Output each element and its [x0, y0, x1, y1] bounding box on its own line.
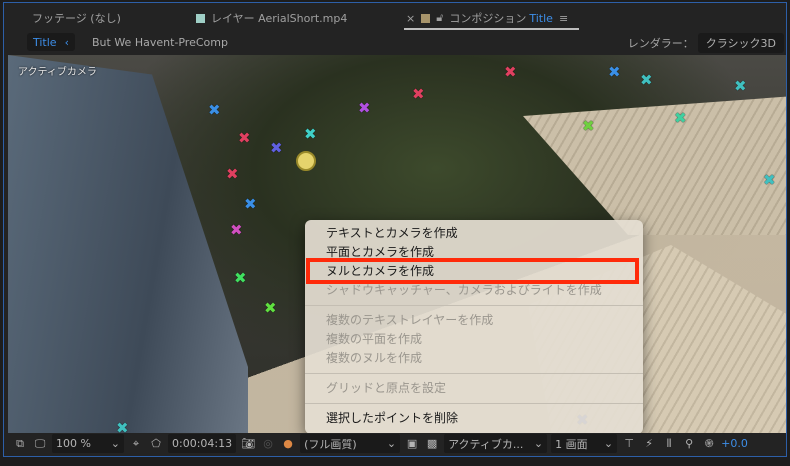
chevron-down-icon: ⌄ — [386, 437, 397, 450]
camera-view-value: アクティブカ... — [448, 437, 524, 451]
comp-name: Title — [529, 11, 553, 25]
renderer-label: レンダラー： — [627, 37, 694, 50]
pixel-aspect-icon[interactable]: ⊤ — [621, 437, 637, 450]
composition-panel: フッテージ (なし) レイヤー AerialShort.mp4 × 🔓︎ コンポ… — [3, 2, 787, 457]
label-color-swatch — [196, 13, 205, 23]
track-point-marker[interactable]: ✖ — [582, 119, 595, 134]
breadcrumb-current[interactable]: Title ‹ — [27, 33, 75, 51]
zoom-value: 100 % — [56, 437, 91, 450]
active-camera-label: アクティブカメラ — [18, 67, 97, 78]
track-point-marker[interactable]: ✖ — [734, 79, 747, 94]
camera-snapshot-icon[interactable]: 📷︎ — [240, 437, 256, 450]
chevron-down-icon: ⌄ — [110, 437, 120, 450]
breadcrumb-precomp[interactable]: But We Havent-PreComp — [92, 36, 228, 49]
region-of-interest-icon[interactable]: ⌖ — [128, 437, 144, 451]
track-point-marker[interactable]: ✖ — [608, 65, 621, 80]
zoom-dropdown[interactable]: 100 % ⌄ — [52, 434, 124, 453]
track-point-marker[interactable]: ✖ — [504, 65, 517, 80]
view-layout-dropdown[interactable]: 1 画面 ⌄ — [551, 434, 618, 453]
tab-label: フッテージ (なし) — [32, 12, 121, 25]
context-menu: テキストとカメラを作成 平面とカメラを作成 ヌルとカメラを作成 シャドウキャッチ… — [305, 220, 643, 433]
label-color-swatch — [421, 13, 431, 23]
menu-separator — [305, 403, 643, 404]
timecode-value: 0:00:04:13 — [172, 437, 233, 450]
always-preview-icon[interactable]: ⧉ — [12, 437, 28, 451]
footage-roof-right — [523, 95, 786, 235]
breadcrumb-label: Title — [33, 35, 57, 49]
track-point-marker[interactable]: ✖ — [763, 173, 776, 188]
menu-item-create-multiple-text: 複数のテキストレイヤーを作成 — [326, 313, 494, 327]
fast-previews-icon[interactable]: ⚡︎ — [641, 437, 657, 450]
chevron-left-icon: ‹ — [64, 35, 69, 49]
tab-label: コンポジション — [449, 12, 527, 25]
track-point-marker[interactable]: ✖ — [244, 197, 257, 212]
viewer-toolbar: ⧉ 🖵︎ 100 % ⌄ ⌖ ⬠ 0:00:04:13 📷︎ ◎ ● (フル画質)… — [4, 431, 786, 456]
channel-icon[interactable]: ● — [280, 437, 296, 450]
composition-viewer[interactable]: アクティブカメラ ✖✖✖✖✖✖✖✖✖✖✖✖✖✖✖✖✖✖✖✖ テキストとカメラを作… — [8, 55, 786, 433]
menu-item-delete-selected-points[interactable]: 選択したポイントを削除 — [305, 409, 643, 428]
checkerboard-icon[interactable]: ▩ — [424, 437, 440, 450]
exposure-reset-icon[interactable]: ֍ — [701, 436, 717, 451]
resolution-value: (フル画質) — [304, 437, 357, 451]
track-point-marker[interactable]: ✖ — [264, 301, 277, 316]
view-layout-value: 1 画面 — [555, 437, 588, 451]
menu-separator — [305, 305, 643, 306]
renderer-value[interactable]: クラシック3D — [697, 33, 784, 53]
track-point-marker[interactable]: ✖ — [412, 87, 425, 102]
tab-footage[interactable]: フッテージ (なし) — [32, 10, 121, 26]
track-point-marker[interactable]: ✖ — [230, 223, 243, 238]
timecode-field[interactable]: 0:00:04:13 — [168, 434, 237, 453]
tab-label: レイヤー AerialShort.mp4 — [211, 12, 348, 25]
camera-view-dropdown[interactable]: アクティブカ... ⌄ — [444, 434, 548, 453]
transparency-grid-icon[interactable]: ⬠ — [148, 437, 164, 450]
track-point-marker[interactable]: ✖ — [226, 167, 239, 182]
monitor-icon[interactable]: 🖵︎ — [32, 437, 48, 451]
track-point-marker[interactable]: ✖ — [234, 271, 247, 286]
chevron-down-icon: ⌄ — [533, 437, 544, 450]
exposure-value[interactable]: +0.0 — [721, 437, 748, 450]
track-point-marker[interactable]: ✖ — [304, 127, 317, 142]
menu-item-create-multiple-nulls: 複数のヌルを作成 — [326, 351, 423, 365]
menu-item-create-text-camera[interactable]: テキストとカメラを作成 — [305, 224, 643, 243]
panel-menu-icon[interactable]: ≡ — [559, 12, 568, 25]
chevron-down-icon: ⌄ — [603, 437, 614, 450]
track-point-marker[interactable]: ✖ — [674, 111, 687, 126]
resolution-dropdown[interactable]: (フル画質) ⌄ — [300, 434, 401, 453]
highlight-box — [306, 258, 639, 284]
menu-item-set-ground-origin: グリッドと原点を設定 — [326, 381, 447, 395]
menu-item-create-multiple-solids: 複数の平面を作成 — [326, 332, 423, 346]
timeline-icon[interactable]: ⫴ — [661, 437, 677, 451]
selected-track-point[interactable] — [296, 151, 316, 171]
active-tab-indicator — [404, 28, 579, 30]
show-snapshot-icon[interactable]: ◎ — [260, 437, 276, 450]
track-point-marker[interactable]: ✖ — [208, 103, 221, 118]
renderer-selector[interactable]: レンダラー： クラシック3D — [628, 33, 784, 53]
close-icon[interactable]: × — [406, 12, 415, 25]
tab-composition[interactable]: × 🔓︎ コンポジション Title ≡ — [406, 10, 568, 26]
tab-layer[interactable]: レイヤー AerialShort.mp4 — [196, 10, 347, 26]
fast-preview-icon[interactable]: ▣ — [404, 437, 420, 450]
lock-icon[interactable]: 🔓︎ — [436, 11, 443, 25]
flowchart-icon[interactable]: ⚲ — [681, 437, 697, 450]
track-point-marker[interactable]: ✖ — [640, 73, 653, 88]
track-point-marker[interactable]: ✖ — [270, 141, 283, 156]
menu-separator — [305, 373, 643, 374]
panel-tabs: フッテージ (なし) レイヤー AerialShort.mp4 × 🔓︎ コンポ… — [4, 3, 786, 31]
track-point-marker[interactable]: ✖ — [358, 101, 371, 116]
track-point-marker[interactable]: ✖ — [238, 131, 251, 146]
